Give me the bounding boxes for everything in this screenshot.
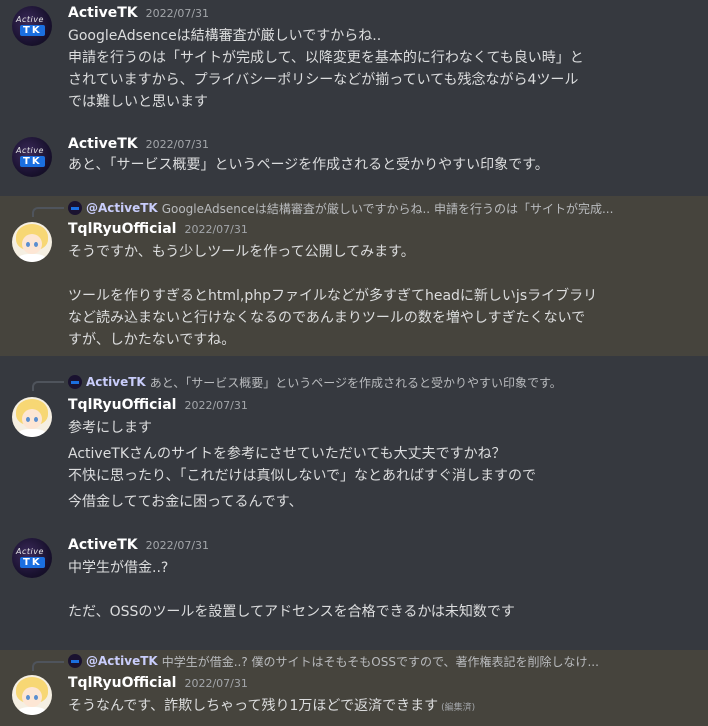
message-item: ActiveTK あと、「サービス概要」というページを作成されると受かりやすい印… — [0, 370, 708, 520]
message-line: すが、しかたないですね。 — [68, 332, 236, 348]
username[interactable]: ActiveTK — [68, 537, 138, 553]
message-header: ActiveTK 2022/07/31 — [68, 136, 209, 152]
reply-avatar — [68, 375, 82, 389]
reply-spine — [32, 207, 64, 217]
reply-excerpt[interactable]: あと、「サービス概要」というページを作成されると受かりやすい印象です。 — [150, 374, 562, 391]
username[interactable]: TqlRyuOfficial — [68, 221, 176, 237]
avatar[interactable]: Active TK — [12, 538, 52, 578]
message-item-highlighted: @ActiveTK 中学生が借金..? 僕のサイトはそもそもOSSですので、著作… — [0, 650, 708, 726]
message-header: TqlRyuOfficial 2022/07/31 — [68, 675, 248, 691]
timestamp: 2022/07/31 — [184, 223, 248, 236]
avatar[interactable] — [12, 397, 52, 437]
avatar[interactable] — [12, 222, 52, 262]
reply-spine — [32, 381, 64, 391]
avatar[interactable]: Active TK — [12, 137, 52, 177]
reply-spine — [32, 661, 64, 671]
message-content: 中学生が借金..? ただ、OSSのツールを設置してアドセンスを合格できるかは未知… — [68, 557, 688, 623]
message-line: されていますから、プライバシーポリシーなどが揃っていても残念ながら4ツール — [68, 72, 579, 88]
message-line: 参考にします — [68, 420, 152, 436]
message-line: 今借金しててお金に困ってるんです、 — [68, 494, 303, 510]
username[interactable]: ActiveTK — [68, 136, 138, 152]
reply-reference[interactable]: @ActiveTK GoogleAdsenceは結構審査が厳しいですからね.. … — [68, 199, 613, 217]
message-line: 申請を行うのは「サイトが完成して、以降変更を基本的に行わなくても良い時」と — [68, 50, 584, 66]
message-line: では難しいと思います — [68, 94, 208, 110]
message-line: あと、「サービス概要」というページを作成されると受かりやすい印象です。 — [68, 157, 549, 173]
timestamp: 2022/07/31 — [145, 539, 210, 552]
message-header: TqlRyuOfficial 2022/07/31 — [68, 221, 248, 237]
message-line: など読み込まないと行けなくなるのであんまりツールの数を増やしすぎたくないで — [68, 310, 586, 326]
reply-excerpt[interactable]: 中学生が借金..? 僕のサイトはそもそもOSSですので、著作権表記を削除しなけ.… — [162, 653, 599, 670]
username[interactable]: TqlRyuOfficial — [68, 397, 176, 413]
message-header: ActiveTK 2022/07/31 — [68, 5, 209, 21]
message-content: そうなんです、詐欺しちゃって残り1万ほどで返済できます (編集済) — [68, 695, 688, 717]
message-item: Active TK ActiveTK 2022/07/31 GoogleAdse… — [0, 0, 708, 118]
username[interactable]: TqlRyuOfficial — [68, 675, 176, 691]
message-line: 不快に思ったり、「これだけは真似しないで」なとあればすぐ消しますので — [68, 468, 537, 484]
username[interactable]: ActiveTK — [68, 5, 138, 21]
timestamp: 2022/07/31 — [145, 138, 210, 151]
reply-avatar — [68, 654, 82, 668]
message-line: そうなんです、詐欺しちゃって残り1万ほどで返済できます (編集済) — [68, 698, 476, 714]
message-content: あと、「サービス概要」というページを作成されると受かりやすい印象です。 — [68, 154, 688, 176]
chat-message-list: Active TK ActiveTK 2022/07/31 GoogleAdse… — [0, 0, 708, 726]
message-item: Active TK ActiveTK 2022/07/31 中学生が借金..? … — [0, 532, 708, 640]
reply-excerpt[interactable]: GoogleAdsenceは結構審査が厳しいですからね.. 申請を行うのは「サイ… — [162, 200, 614, 217]
message-line: ただ、OSSのツールを設置してアドセンスを合格できるかは未知数です — [68, 604, 515, 620]
reply-reference[interactable]: @ActiveTK 中学生が借金..? 僕のサイトはそもそもOSSですので、著作… — [68, 652, 599, 670]
avatar[interactable]: Active TK — [12, 6, 52, 46]
reply-author[interactable]: @ActiveTK — [86, 654, 158, 668]
message-content: GoogleAdsenceは結構審査が厳しいですからね.. 申請を行うのは「サイ… — [68, 25, 688, 113]
timestamp: 2022/07/31 — [145, 7, 210, 20]
message-item: Active TK ActiveTK 2022/07/31 あと、「サービス概要… — [0, 130, 708, 190]
message-item-highlighted: @ActiveTK GoogleAdsenceは結構審査が厳しいですからね.. … — [0, 196, 708, 356]
reply-author[interactable]: @ActiveTK — [86, 201, 158, 215]
message-line: ツールを作りすぎるとhtml,phpファイルなどが多すぎてheadに新しいjsラ… — [68, 288, 598, 304]
message-header: TqlRyuOfficial 2022/07/31 — [68, 397, 248, 413]
message-content: そうですか、もう少しツールを作って公開してみます。 ツールを作りすぎるとhtml… — [68, 241, 688, 351]
message-header: ActiveTK 2022/07/31 — [68, 537, 209, 553]
message-line: GoogleAdsenceは結構審査が厳しいですからね.. — [68, 28, 382, 44]
avatar[interactable] — [12, 675, 52, 715]
timestamp: 2022/07/31 — [184, 677, 248, 690]
reply-author[interactable]: ActiveTK — [86, 375, 146, 389]
message-content: 参考にします ActiveTKさんのサイトを参考にさせていただいても大丈夫ですか… — [68, 417, 688, 513]
reply-reference[interactable]: ActiveTK あと、「サービス概要」というページを作成されると受かりやすい印… — [68, 373, 562, 391]
message-line: そうですか、もう少しツールを作って公開してみます。 — [68, 244, 415, 260]
message-line: 中学生が借金..? — [68, 560, 169, 576]
edited-label: (編集済) — [441, 703, 476, 713]
message-line: ActiveTKさんのサイトを参考にさせていただいても大丈夫ですかね？ — [68, 446, 506, 462]
reply-avatar — [68, 201, 82, 215]
timestamp: 2022/07/31 — [184, 399, 248, 412]
